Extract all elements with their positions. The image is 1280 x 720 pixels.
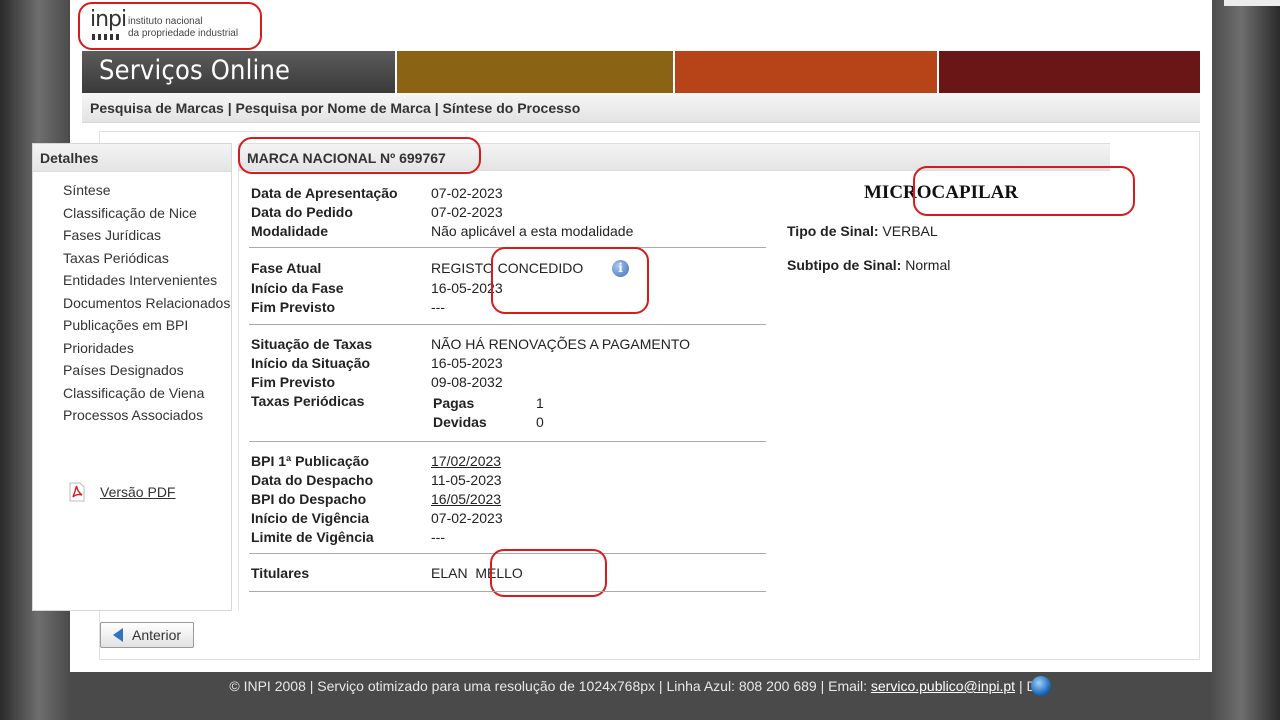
process-details: Data de Apresentação 07-02-2023 Data do … bbox=[238, 166, 1135, 611]
footer: © INPI 2008 | Serviço otimizado para uma… bbox=[0, 672, 1280, 696]
sidebar-item-documentos[interactable]: Documentos Relacionados bbox=[63, 294, 231, 317]
sign-subtype-label: Subtipo de Sinal: bbox=[787, 257, 902, 273]
fee-value: 1 bbox=[536, 395, 544, 411]
sidebar-menu: Síntese Classificação de Nice Fases Jurí… bbox=[33, 172, 231, 429]
sidebar-item-entidades[interactable]: Entidades Intervenientes bbox=[63, 271, 231, 294]
sidebar-item-paises[interactable]: Países Designados bbox=[63, 361, 231, 384]
detail-value: --- bbox=[431, 529, 445, 545]
detail-label: Data do Despacho bbox=[251, 472, 374, 488]
details-sidebar: Detalhes Síntese Classificação de Nice F… bbox=[32, 143, 232, 611]
detail-label: Data de Apresentação bbox=[251, 185, 398, 201]
section-divider bbox=[249, 324, 766, 325]
back-button[interactable]: Anterior bbox=[100, 622, 194, 648]
detail-value: 07-02-2023 bbox=[431, 185, 503, 201]
fee-label: Devidas bbox=[433, 414, 487, 430]
mark-title-highlight bbox=[238, 137, 481, 174]
brand-highlight bbox=[913, 166, 1135, 216]
sidebar-item-fases-juridicas[interactable]: Fases Jurídicas bbox=[63, 226, 231, 249]
detail-label: Modalidade bbox=[251, 223, 329, 239]
globe-icon[interactable] bbox=[1030, 676, 1051, 696]
detail-value: 09-08-2032 bbox=[431, 374, 503, 390]
detail-label: Fim Previsto bbox=[251, 374, 336, 390]
holder-highlight bbox=[490, 549, 607, 597]
bpi-publication-link[interactable]: 17/02/2023 bbox=[431, 453, 501, 469]
detail-label: Início da Fase bbox=[251, 280, 344, 296]
top-right-strip bbox=[1224, 0, 1280, 6]
breadcrumb: Pesquisa de Marcas | Pesquisa por Nome d… bbox=[90, 100, 581, 116]
pdf-download[interactable]: Versão PDF bbox=[68, 482, 175, 502]
sidebar-item-prioridades[interactable]: Prioridades bbox=[63, 339, 231, 362]
sidebar-item-classificacao-viena[interactable]: Classificação de Viena bbox=[63, 384, 231, 407]
sidebar-title: Detalhes bbox=[33, 144, 231, 172]
detail-value: --- bbox=[431, 299, 445, 315]
logo-wordmark: inpi bbox=[90, 7, 127, 32]
section-divider bbox=[249, 441, 766, 442]
detail-value: 16-05-2023 bbox=[431, 355, 503, 371]
detail-label: Fase Atual bbox=[251, 260, 322, 276]
detail-label: Início da Situação bbox=[251, 355, 371, 371]
section-divider bbox=[249, 591, 766, 592]
detail-label: Titulares bbox=[251, 565, 310, 581]
fee-label: Pagas bbox=[433, 395, 475, 411]
fee-value: 0 bbox=[536, 414, 544, 430]
footer-email-link[interactable]: servico.publico@inpi.pt bbox=[871, 678, 1015, 694]
detail-label: BPI 1ª Publicação bbox=[251, 453, 370, 469]
back-arrow-icon bbox=[113, 628, 123, 642]
banner-color-block-orange bbox=[675, 51, 937, 93]
banner-title-block: Serviços Online bbox=[82, 51, 395, 93]
pdf-icon bbox=[68, 482, 86, 502]
detail-value: NÃO HÁ RENOVAÇÕES A PAGAMENTO bbox=[431, 336, 691, 352]
sidebar-item-processos[interactable]: Processos Associados bbox=[63, 406, 231, 429]
sign-type-value: VERBAL bbox=[882, 223, 938, 239]
sidebar-item-classificacao-nice[interactable]: Classificação de Nice bbox=[63, 204, 231, 227]
detail-label: Início de Vigência bbox=[251, 510, 370, 526]
sidebar-item-sintese[interactable]: Síntese bbox=[63, 181, 231, 204]
breadcrumb-bar: Pesquisa de Marcas | Pesquisa por Nome d… bbox=[82, 93, 1200, 123]
banner-title: Serviços Online bbox=[99, 55, 291, 86]
logo-text: instituto nacional da propriedade indust… bbox=[128, 16, 238, 40]
sign-subtype-value: Normal bbox=[905, 257, 951, 273]
services-banner: Serviços Online bbox=[82, 51, 1200, 93]
detail-label: Situação de Taxas bbox=[251, 336, 373, 352]
pdf-version-link[interactable]: Versão PDF bbox=[100, 484, 175, 500]
sign-subtype: Subtipo de Sinal: Normal bbox=[787, 257, 950, 273]
banner-color-block-maroon bbox=[939, 51, 1200, 93]
logo-line-1: instituto nacional bbox=[128, 16, 203, 27]
sidebar-item-taxas-periodicas[interactable]: Taxas Periódicas bbox=[63, 249, 231, 272]
footer-text: © INPI 2008 | Serviço otimizado para uma… bbox=[229, 678, 871, 694]
inpi-logo[interactable]: inpi instituto nacional da propriedade i… bbox=[78, 2, 262, 50]
banner-color-block-gold bbox=[397, 51, 673, 93]
detail-value: 07-02-2023 bbox=[431, 204, 503, 220]
bpi-dispatch-link[interactable]: 16/05/2023 bbox=[431, 491, 501, 507]
detail-label: Data do Pedido bbox=[251, 204, 353, 220]
logo-line-2: da propriedade industrial bbox=[128, 28, 239, 39]
back-button-label: Anterior bbox=[132, 627, 182, 643]
sign-type: Tipo de Sinal: VERBAL bbox=[787, 223, 938, 239]
sign-type-label: Tipo de Sinal: bbox=[787, 223, 879, 239]
detail-label: Taxas Periódicas bbox=[251, 393, 365, 409]
detail-value: Não aplicável a esta modalidade bbox=[431, 223, 634, 239]
detail-label: Fim Previsto bbox=[251, 299, 336, 315]
sidebar-item-publicacoes-bpi[interactable]: Publicações em BPI bbox=[63, 316, 231, 339]
logo-dots-icon bbox=[92, 34, 122, 40]
detail-label: Limite de Vigência bbox=[251, 529, 374, 545]
detail-label: BPI do Despacho bbox=[251, 491, 367, 507]
detail-value: 11-05-2023 bbox=[431, 472, 502, 488]
phase-highlight bbox=[491, 247, 649, 314]
detail-value: 07-02-2023 bbox=[431, 510, 503, 526]
